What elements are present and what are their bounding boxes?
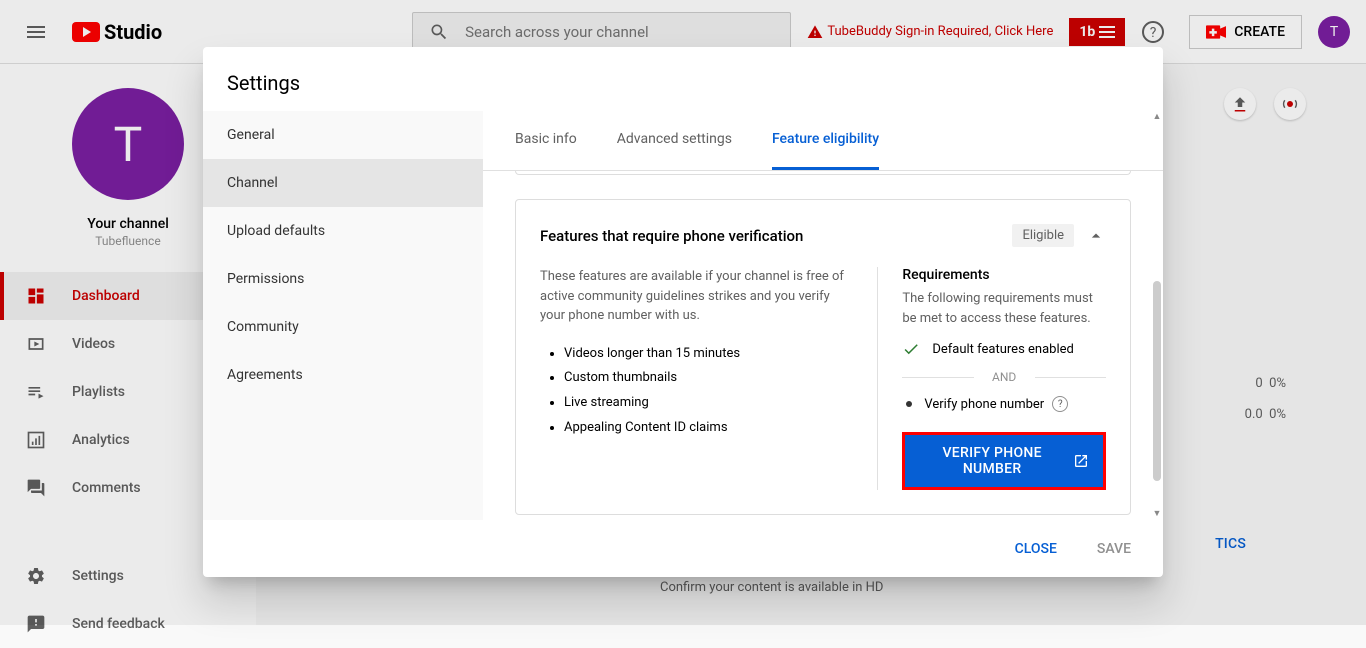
tab-advanced-settings[interactable]: Advanced settings — [617, 111, 732, 170]
modal-nav-permissions[interactable]: Permissions — [203, 255, 483, 303]
requirement-verify: Verify phone number ? — [902, 396, 1106, 412]
modal-sidebar: General Channel Upload defaults Permissi… — [203, 111, 483, 520]
help-tooltip[interactable]: ? — [1052, 396, 1068, 412]
verify-highlight: VERIFY PHONE NUMBER — [902, 432, 1106, 490]
save-button[interactable]: SAVE — [1089, 533, 1139, 565]
requirement-enabled: Default features enabled — [902, 340, 1106, 358]
scrollbar-thumb[interactable] — [1153, 281, 1161, 481]
settings-modal: Settings General Channel Upload defaults… — [203, 47, 1163, 577]
tab-feature-eligibility[interactable]: Feature eligibility — [772, 111, 879, 170]
card-description: These features are available if your cha… — [540, 267, 853, 326]
feature-item: Custom thumbnails — [564, 366, 853, 391]
chevron-up-icon — [1086, 226, 1106, 246]
phone-verification-card: Features that require phone verification… — [515, 199, 1131, 515]
tab-basic-info[interactable]: Basic info — [515, 111, 577, 170]
modal-nav-general[interactable]: General — [203, 111, 483, 159]
modal-nav-community[interactable]: Community — [203, 303, 483, 351]
requirements-title: Requirements — [902, 267, 1106, 283]
modal-title: Settings — [203, 47, 1163, 111]
requirements-desc: The following requirements must be met t… — [902, 289, 1106, 328]
feature-item: Videos longer than 15 minutes — [564, 342, 853, 367]
modal-nav-agreements[interactable]: Agreements — [203, 351, 483, 399]
tabs: Basic info Advanced settings Feature eli… — [483, 111, 1163, 171]
modal-nav-channel[interactable]: Channel — [203, 159, 483, 207]
and-divider: AND — [902, 370, 1106, 384]
open-external-icon — [1073, 453, 1089, 469]
feature-list: Videos longer than 15 minutes Custom thu… — [564, 342, 853, 441]
scroll-up-arrow[interactable]: ▲ — [1151, 111, 1163, 123]
close-button[interactable]: CLOSE — [1007, 533, 1065, 565]
bullet-icon — [906, 401, 912, 407]
modal-nav-upload-defaults[interactable]: Upload defaults — [203, 207, 483, 255]
content-scroll[interactable]: Features that require phone verification… — [483, 171, 1163, 520]
collapse-button[interactable] — [1086, 226, 1106, 246]
modal-content: Basic info Advanced settings Feature eli… — [483, 111, 1163, 520]
check-icon — [902, 340, 920, 358]
verify-phone-button[interactable]: VERIFY PHONE NUMBER — [905, 435, 1103, 487]
feature-item: Live streaming — [564, 391, 853, 416]
scroll-down-arrow[interactable]: ▼ — [1151, 508, 1163, 520]
modal-footer: CLOSE SAVE — [203, 520, 1163, 577]
card-title: Features that require phone verification — [540, 227, 803, 245]
eligible-badge: Eligible — [1012, 224, 1074, 247]
modal-scrollbar[interactable]: ▲ ▼ — [1151, 111, 1163, 520]
feature-item: Appealing Content ID claims — [564, 416, 853, 441]
